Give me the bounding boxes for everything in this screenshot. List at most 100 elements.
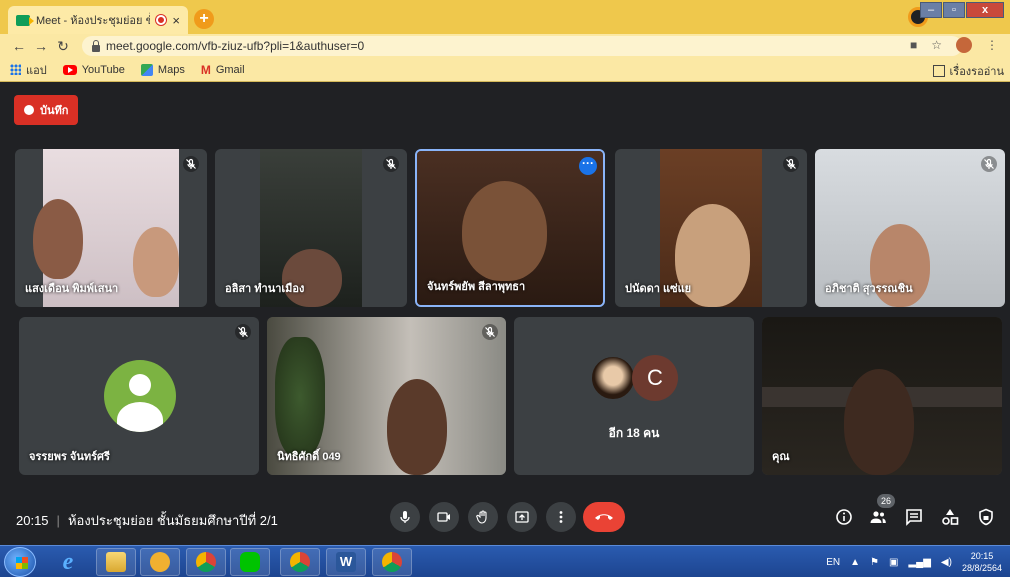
mic-off-icon <box>235 324 251 340</box>
chrome-icon <box>196 552 216 572</box>
bookmarks-bar: แอป YouTube Maps M Gmail เรื่องรออ่าน <box>0 58 1010 82</box>
tab-close-button[interactable]: × <box>172 13 180 28</box>
forward-arrow-icon[interactable]: → <box>30 38 52 54</box>
mic-off-icon <box>183 156 199 172</box>
window-close-button[interactable]: x <box>966 2 1004 18</box>
taskbar-explorer[interactable] <box>96 548 136 576</box>
bookmark-gmail-label: Gmail <box>215 63 245 76</box>
network-signal-icon[interactable]: ▂▄▆ <box>908 557 930 568</box>
taskbar-line[interactable] <box>230 548 270 576</box>
apps-grid-icon <box>10 64 21 75</box>
bookmark-maps[interactable]: Maps <box>140 63 185 76</box>
window-minimize-button[interactable]: – <box>920 2 942 18</box>
reload-icon[interactable]: ↻ <box>52 38 74 55</box>
internet-explorer-icon: e <box>62 548 74 575</box>
camera-in-use-icon[interactable]: ■ <box>910 38 917 52</box>
meeting-separator: | <box>56 513 60 528</box>
media-player-icon <box>150 552 170 572</box>
participant-tile[interactable]: จรรยพร จันทร์ศรี <box>19 317 259 475</box>
participant-tile[interactable]: อภิชาติ สุวรรณชิน <box>815 149 1005 307</box>
plant-shape <box>275 337 325 457</box>
meeting-details-button[interactable] <box>833 506 855 528</box>
action-center-flag-icon[interactable]: ⚑ <box>870 557 879 568</box>
participant-name: คุณ <box>772 451 790 463</box>
reading-list-icon <box>932 65 945 77</box>
windows-logo-icon <box>16 557 28 569</box>
address-bar-actions: ■ ☆ ⋮ <box>910 37 998 53</box>
user-avatar-icon[interactable] <box>956 37 972 53</box>
camera-toggle-button[interactable] <box>429 502 459 532</box>
lock-icon[interactable] <box>92 39 100 52</box>
call-end-icon <box>595 514 613 520</box>
reading-list-label: เรื่องรออ่าน <box>949 66 1004 78</box>
tray-expand-icon[interactable]: ▲ <box>850 557 860 568</box>
bookmark-apps[interactable]: แอป <box>10 61 47 79</box>
more-options-icon[interactable]: ··· <box>579 157 597 175</box>
record-label: บันทึก <box>40 105 69 117</box>
taskbar-media[interactable] <box>140 548 180 576</box>
present-icon <box>515 511 529 523</box>
start-button[interactable] <box>4 547 36 577</box>
others-count-label: อีก 18 คน <box>608 426 660 440</box>
taskbar-ie[interactable]: e <box>48 548 88 576</box>
chrome-menu-icon[interactable]: ⋮ <box>986 38 998 52</box>
bookmark-maps-label: Maps <box>157 63 185 76</box>
taskbar-chrome-1[interactable] <box>186 548 226 576</box>
taskbar-word[interactable]: W <box>326 548 366 576</box>
participant-name: อภิชาติ สุวรรณชิน <box>825 283 913 295</box>
self-tile[interactable]: คุณ <box>762 317 1002 475</box>
participant-tile-active[interactable]: ··· จันทร์พยัพ สีลาพุทธา <box>415 149 605 307</box>
bookmark-gmail[interactable]: M Gmail <box>201 63 245 77</box>
participant-name: ปนัดดา แซ่แย <box>625 283 692 295</box>
mic-toggle-button[interactable] <box>390 502 420 532</box>
browser-tab-meet[interactable]: Meet - ห้องประชุมย่อย ชั้นมัธยม × <box>8 6 188 34</box>
meet-favicon-icon <box>16 14 34 26</box>
others-tile[interactable]: C อีก 18 คน <box>514 317 754 475</box>
taskbar-chrome-2[interactable] <box>280 548 320 576</box>
clock-date: 28/8/2564 <box>961 563 1002 573</box>
mic-off-icon <box>783 156 799 172</box>
mic-off-icon <box>383 156 399 172</box>
chat-button[interactable] <box>903 506 925 528</box>
participant-tile[interactable]: นิทธิศักดิ์ 049 <box>267 317 506 475</box>
raise-hand-button[interactable] <box>468 502 498 532</box>
meeting-title: ห้องประชุมย่อย ชั้นมัธยมศึกษาปีที่ 2/1 <box>67 513 278 528</box>
system-tray: EN ▲ ⚑ ▣ ▂▄▆ ◀) 20:15 28/8/2564 <box>826 550 1002 574</box>
bookmark-youtube[interactable]: YouTube <box>62 64 125 76</box>
participant-face <box>462 181 547 281</box>
activities-button[interactable] <box>939 506 961 528</box>
window-maximize-button[interactable]: ▫ <box>943 2 965 18</box>
bookmark-star-icon[interactable]: ☆ <box>931 38 942 52</box>
present-screen-button[interactable] <box>507 502 537 532</box>
device-icon[interactable]: ▣ <box>889 557 898 568</box>
participant-tile[interactable]: แสงเดือน พิมพ์เสนา <box>15 149 207 307</box>
windows-taskbar: e W EN ▲ ⚑ ▣ ▂▄▆ ◀) 20:15 28/8/2564 <box>0 545 1010 577</box>
language-indicator[interactable]: EN <box>826 557 840 568</box>
participant-tile[interactable]: อลิสา ทำนาเมือง <box>215 149 407 307</box>
meet-stage: บันทึก แสงเดือน พิมพ์เสนา อลิสา ทำนาเมือ… <box>0 83 1010 545</box>
record-button[interactable]: บันทึก <box>14 95 79 125</box>
participant-tile[interactable]: ปนัดดา แซ่แย <box>615 149 807 307</box>
volume-icon[interactable]: ◀) <box>941 557 952 568</box>
new-tab-button[interactable]: + <box>194 9 214 29</box>
shield-lock-icon <box>979 508 993 526</box>
url-text[interactable]: meet.google.com/vfb-ziuz-ufb?pli=1&authu… <box>106 39 364 53</box>
taskbar-chrome-3[interactable] <box>372 548 412 576</box>
youtube-icon <box>62 64 77 75</box>
back-arrow-icon[interactable]: ← <box>8 38 30 54</box>
people-button[interactable] <box>867 506 889 528</box>
more-vert-icon <box>559 511 563 523</box>
gmail-icon: M <box>200 62 211 77</box>
hand-icon <box>476 510 487 524</box>
more-options-button[interactable] <box>546 502 576 532</box>
line-app-icon <box>240 552 260 572</box>
reading-list-button[interactable]: เรื่องรออ่าน <box>932 62 1004 80</box>
host-controls-button[interactable] <box>975 506 997 528</box>
meeting-time: 20:15 <box>16 513 49 528</box>
taskbar-clock[interactable]: 20:15 28/8/2564 <box>962 550 1002 574</box>
browser-tab-strip: Meet - ห้องประชุมย่อย ชั้นมัธยม × + – ▫ … <box>0 0 1010 34</box>
window-controls: – ▫ x <box>920 2 1004 18</box>
url-field[interactable]: meet.google.com/vfb-ziuz-ufb?pli=1&authu… <box>82 36 962 56</box>
leave-call-button[interactable] <box>583 502 625 532</box>
bookmark-apps-label: แอป <box>26 64 47 77</box>
